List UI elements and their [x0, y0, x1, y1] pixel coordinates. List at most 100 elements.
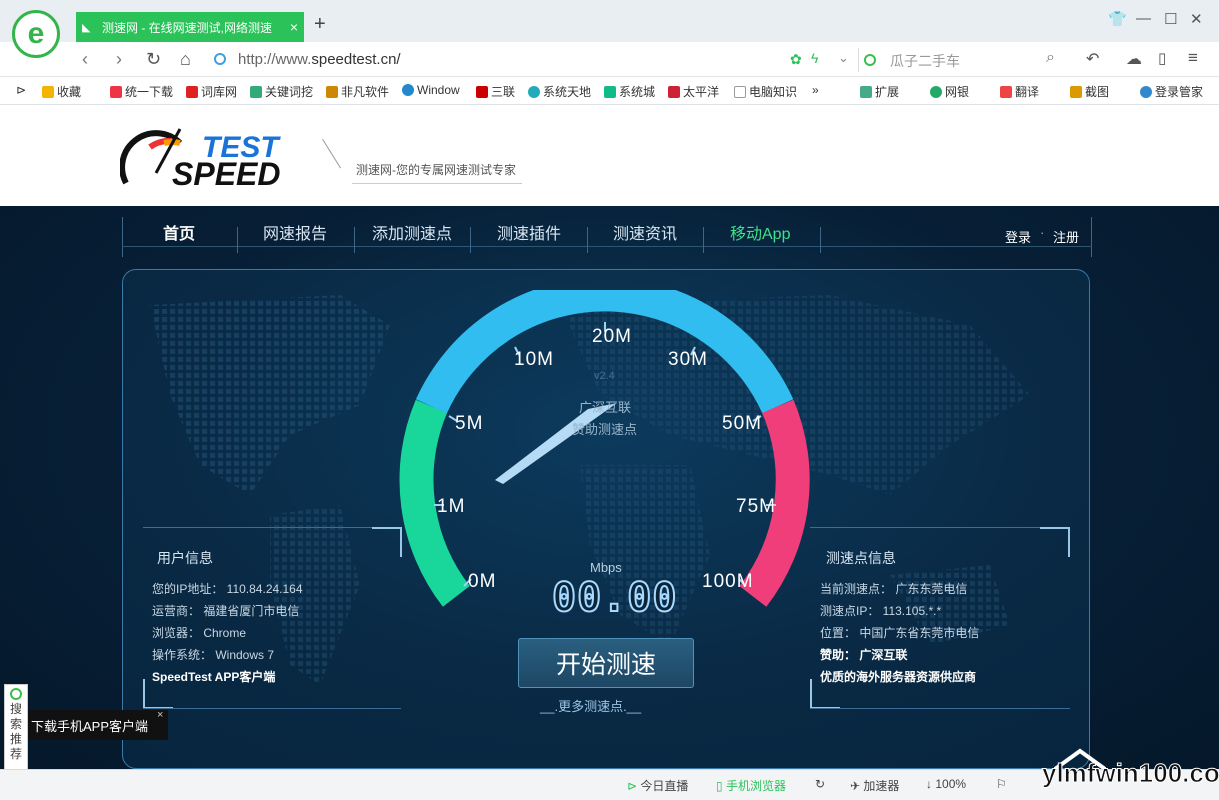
- skin-icon[interactable]: 👕: [1108, 10, 1127, 28]
- speedtest-logo[interactable]: TEST SPEED: [120, 123, 320, 189]
- menu-icon[interactable]: ≡: [1188, 48, 1198, 68]
- browser-logo-icon[interactable]: e: [12, 10, 60, 58]
- nav-home[interactable]: 首页: [163, 220, 195, 244]
- screenshot-button[interactable]: 截图: [1070, 83, 1109, 100]
- gauge-label-50m: 50M: [722, 413, 762, 434]
- bookmark-item[interactable]: 非凡软件: [326, 83, 389, 100]
- tab-close-icon[interactable]: ×: [290, 19, 298, 35]
- accelerator-button[interactable]: ✈ 加速器: [850, 777, 899, 794]
- nav-divider: [122, 217, 123, 257]
- bookmark-item[interactable]: 关键词挖: [250, 83, 313, 100]
- bookmark-item[interactable]: 电脑知识: [734, 83, 797, 100]
- bookmark-item[interactable]: 系统城: [604, 83, 655, 100]
- nav-divider: [237, 227, 238, 253]
- login-manager-button[interactable]: 登录管家: [1140, 83, 1203, 100]
- logo-text-bottom: SPEED: [172, 156, 280, 189]
- bookmark-icon: [604, 85, 616, 98]
- gauge-arc-blue: [415, 290, 794, 414]
- online-banking-button[interactable]: 网银: [930, 83, 969, 100]
- bookmark-item[interactable]: 词库网: [186, 83, 237, 100]
- gauge-label-10m: 10M: [514, 349, 554, 370]
- scissors-icon: [1070, 85, 1082, 98]
- new-tab-button[interactable]: +: [314, 13, 326, 36]
- bookmark-item[interactable]: Window: [402, 83, 460, 97]
- refresh-icon[interactable]: ↻: [146, 49, 161, 70]
- translate-button[interactable]: 翻译: [1000, 83, 1039, 100]
- dropdown-chevron-icon[interactable]: ⌄: [838, 50, 849, 66]
- sidebar-toggle-icon[interactable]: ⊳: [16, 83, 26, 97]
- nav-news[interactable]: 测速资讯: [613, 220, 677, 244]
- info-border-top: [143, 527, 401, 528]
- server-border-top: [810, 527, 1070, 528]
- speed-readout: 00.00: [551, 574, 678, 622]
- page-icon: [734, 85, 746, 98]
- recommend-icon: [10, 688, 22, 700]
- search-input[interactable]: 瓜子二手车: [890, 51, 960, 71]
- bookmark-item[interactable]: 统一下载: [110, 83, 173, 100]
- forward-icon[interactable]: ›: [116, 49, 122, 70]
- start-test-button[interactable]: 开始测速: [518, 638, 694, 688]
- mobile-icon[interactable]: ▯: [1158, 49, 1166, 67]
- download-app-banner[interactable]: 下载手机APP客户端: [28, 710, 168, 740]
- search-recommend-widget[interactable]: 搜索推荐: [4, 684, 28, 772]
- address-bar[interactable]: http://www.speedtest.cn/: [238, 51, 401, 68]
- web-page: TEST SPEED 测速网-您的专属网速测试专家 首页 网速报告 添加测速点 …: [0, 105, 1219, 769]
- search-engine-icon[interactable]: [864, 54, 876, 66]
- key-icon: [1140, 85, 1152, 98]
- server-location: 位置： 中国广东省东莞市电信: [820, 626, 980, 640]
- info-corner: [372, 527, 402, 557]
- nav-divider: [820, 227, 821, 253]
- nav-speed-report[interactable]: 网速报告: [263, 220, 327, 244]
- nav-divider: [470, 227, 471, 253]
- nav-mobile-app[interactable]: 移动App: [730, 220, 790, 244]
- home-icon[interactable]: ⌂: [180, 49, 191, 70]
- zoom-button[interactable]: ↓ 100%: [926, 777, 966, 791]
- bookmark-icon: [110, 85, 122, 98]
- minimize-icon[interactable]: —: [1136, 10, 1151, 27]
- bookmark-item[interactable]: 系统天地: [528, 83, 591, 100]
- refresh-status-icon[interactable]: ↻: [815, 777, 825, 791]
- gauge-unit: Mbps: [590, 560, 622, 575]
- bookmark-icon: [476, 85, 488, 98]
- download-app-label: 下载手机APP客户端: [31, 718, 149, 734]
- gauge-label-0m: 0M: [468, 571, 497, 592]
- gauge-version: v2.4: [594, 370, 615, 382]
- nav-add-node[interactable]: 添加测速点: [372, 220, 452, 244]
- live-button[interactable]: ⊳ 今日直播: [627, 777, 688, 794]
- maximize-icon[interactable]: ☐: [1164, 10, 1177, 28]
- bookmark-favorites[interactable]: 收藏: [42, 83, 81, 100]
- login-link[interactable]: 登录: [1005, 227, 1031, 246]
- user-ip: 您的IP地址： 110.84.24.164: [152, 582, 303, 596]
- register-link[interactable]: 注册: [1053, 227, 1079, 246]
- server-current: 当前测速点： 广东东莞电信: [820, 582, 968, 596]
- flag-icon[interactable]: ⚐: [996, 777, 1007, 791]
- bookmark-item[interactable]: 太平洋: [668, 83, 719, 100]
- search-icon[interactable]: ⌕: [1046, 49, 1055, 67]
- server-sponsor[interactable]: 赞助： 广深互联: [820, 646, 907, 663]
- bookmark-item[interactable]: 三联: [476, 83, 515, 100]
- download-banner-close-icon[interactable]: ×: [157, 709, 163, 721]
- url-host: speedtest.cn/: [311, 51, 401, 68]
- nav-divider: [1091, 217, 1092, 257]
- bookmarks-more-button[interactable]: »: [812, 83, 819, 97]
- gauge-label-75m: 75M: [736, 496, 776, 517]
- nav-plugins[interactable]: 测速插件: [497, 220, 561, 244]
- zoom-arrow-icon: ↓: [926, 777, 936, 791]
- bookmark-icon: [326, 85, 338, 98]
- speed-mode-icon[interactable]: ✿: [790, 51, 802, 68]
- browser-tab[interactable]: ◣ 测速网 - 在线网速测试,网络测速 ×: [76, 12, 304, 42]
- gauge-label-1m: 1M: [437, 496, 466, 517]
- lightning-icon[interactable]: ϟ: [811, 50, 818, 66]
- extensions-button[interactable]: 扩展: [860, 83, 899, 100]
- server-tagline[interactable]: 优质的海外服务器资源供应商: [820, 668, 976, 685]
- close-window-icon[interactable]: ✕: [1190, 10, 1203, 28]
- site-info-icon[interactable]: [214, 53, 226, 65]
- undo-icon[interactable]: ↶: [1086, 49, 1099, 69]
- star-icon: [42, 85, 54, 98]
- nav-divider: [354, 227, 355, 253]
- cloud-icon[interactable]: ☁: [1126, 49, 1142, 69]
- bookmark-icon: [402, 84, 414, 96]
- back-icon[interactable]: ‹: [82, 49, 88, 70]
- mobile-browser-button[interactable]: ▯ 手机浏览器: [716, 777, 786, 794]
- more-nodes-link[interactable]: __.更多测速点.__: [540, 696, 641, 715]
